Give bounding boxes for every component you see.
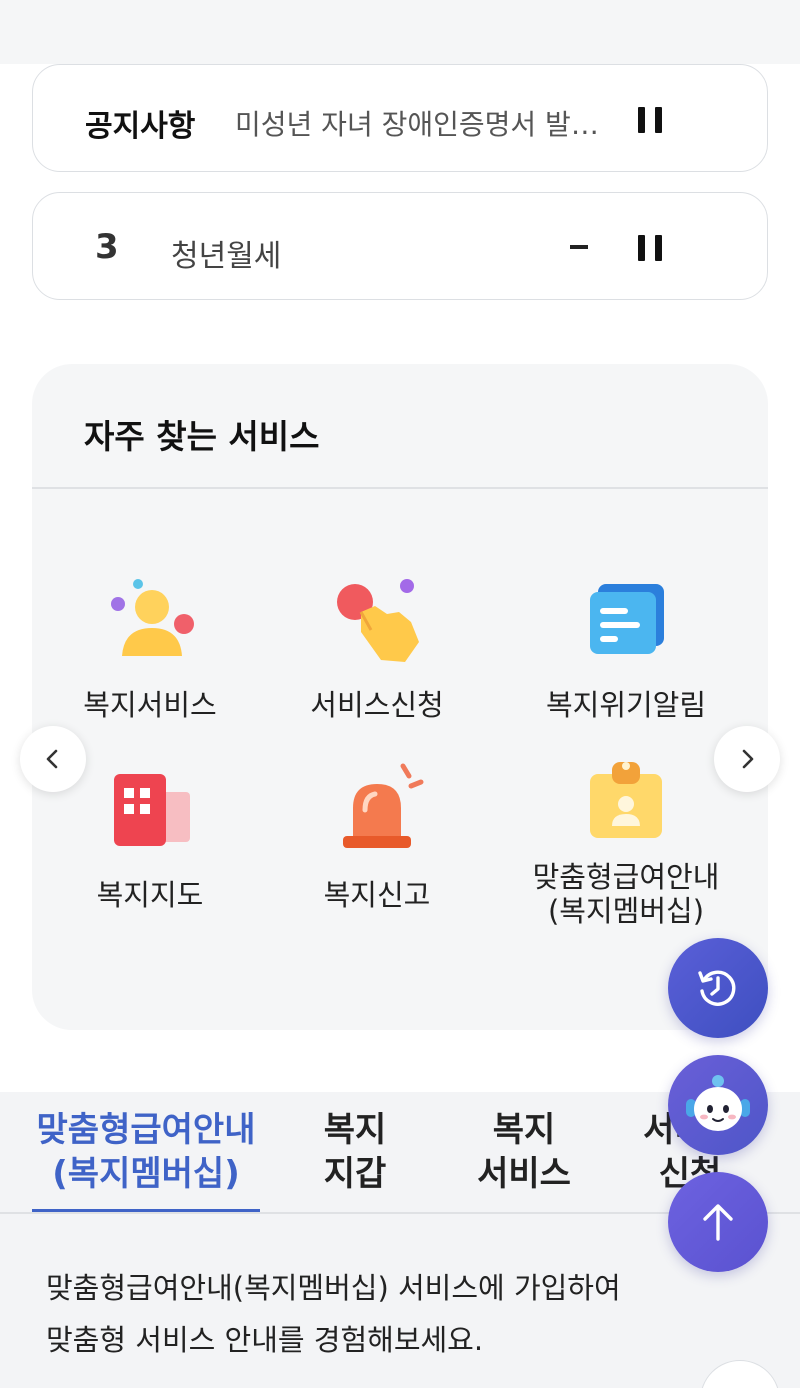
rank-change-icon — [570, 245, 588, 249]
service-welfare-map[interactable]: 복지지도 — [40, 762, 260, 922]
description-line: 맞춤형급여안내(복지멤버십) 서비스에 가입하여 — [46, 1271, 621, 1305]
notice-ticker[interactable]: 공지사항 미성년 자녀 장애인증명서 발급 관련 안내 — [32, 64, 768, 172]
message-card-icon — [590, 584, 664, 654]
id-badge-icon — [590, 762, 662, 838]
tab-welfare-service[interactable]: 복지 서비스 — [462, 1108, 586, 1196]
map-grid-icon — [114, 774, 190, 846]
service-label: 복지신고 — [323, 878, 431, 912]
tab-label: 복지 — [323, 1110, 387, 1150]
service-label: (복지멤버십) — [547, 894, 705, 928]
notice-label: 공지사항 — [85, 109, 196, 144]
tab-custom-benefit[interactable]: 맞춤형급여안내 (복지멤버십) — [30, 1108, 262, 1196]
chatbot-icon — [686, 1075, 750, 1131]
rank-keyword[interactable]: 청년월세 — [171, 231, 281, 275]
pause-icon[interactable] — [635, 235, 665, 261]
tab-label: 서비스 — [477, 1154, 571, 1194]
service-apply[interactable]: 서비스신청 — [267, 572, 487, 732]
siren-icon — [343, 763, 424, 848]
chevron-right-icon — [742, 749, 754, 769]
service-welfare-report[interactable]: 복지신고 — [267, 762, 487, 922]
service-label: 맞춤형급여안내 — [532, 860, 720, 894]
chevron-left-icon — [46, 749, 58, 769]
tab-label: (복지멤버십) — [52, 1154, 240, 1194]
person-icon — [111, 579, 194, 656]
service-custom-benefit[interactable]: 맞춤형급여안내 (복지멤버십) — [516, 752, 736, 932]
chatbot-button[interactable] — [668, 1055, 768, 1155]
tap-hand-icon — [337, 579, 419, 662]
section-title: 자주 찾는 서비스 — [84, 417, 320, 456]
scroll-top-button[interactable] — [668, 1172, 768, 1272]
service-label: 복지지도 — [96, 878, 204, 912]
recent-history-button[interactable] — [668, 938, 768, 1038]
tab-description: 맞춤형급여안내(복지멤버십) 서비스에 가입하여 맞춤형 서비스 안내를 경험해… — [46, 1262, 766, 1366]
next-button[interactable] — [714, 726, 780, 792]
rank-number: 3 — [95, 227, 119, 267]
pause-icon[interactable] — [635, 107, 665, 133]
tab-welfare-wallet[interactable]: 복지 지갑 — [300, 1108, 410, 1196]
tab-label: 복지 — [492, 1110, 556, 1150]
notice-text[interactable]: 미성년 자녀 장애인증명서 발급 관련 안내 — [235, 103, 607, 143]
tab-label: 맞춤형급여안내 — [36, 1110, 256, 1150]
service-label: 복지위기알림 — [545, 688, 707, 722]
service-welfare-service[interactable]: 복지서비스 — [40, 572, 260, 732]
divider — [32, 487, 768, 489]
service-label: 복지서비스 — [83, 688, 217, 722]
prev-button[interactable] — [20, 726, 86, 792]
service-label: 서비스신청 — [310, 688, 444, 722]
tab-label: 지갑 — [323, 1154, 387, 1194]
description-line: 맞춤형 서비스 안내를 경험해보세요. — [46, 1323, 484, 1357]
history-icon — [698, 970, 736, 1006]
popular-keyword-ticker[interactable]: 3 청년월세 — [32, 192, 768, 300]
top-band — [0, 0, 800, 64]
frequent-services-section: 자주 찾는 서비스 복지서비스 서비스신청 복지위기알림 복지지도 복지신고 맞… — [32, 364, 768, 1030]
service-crisis-alert[interactable]: 복지위기알림 — [516, 572, 736, 732]
arrow-up-icon — [703, 1204, 733, 1241]
